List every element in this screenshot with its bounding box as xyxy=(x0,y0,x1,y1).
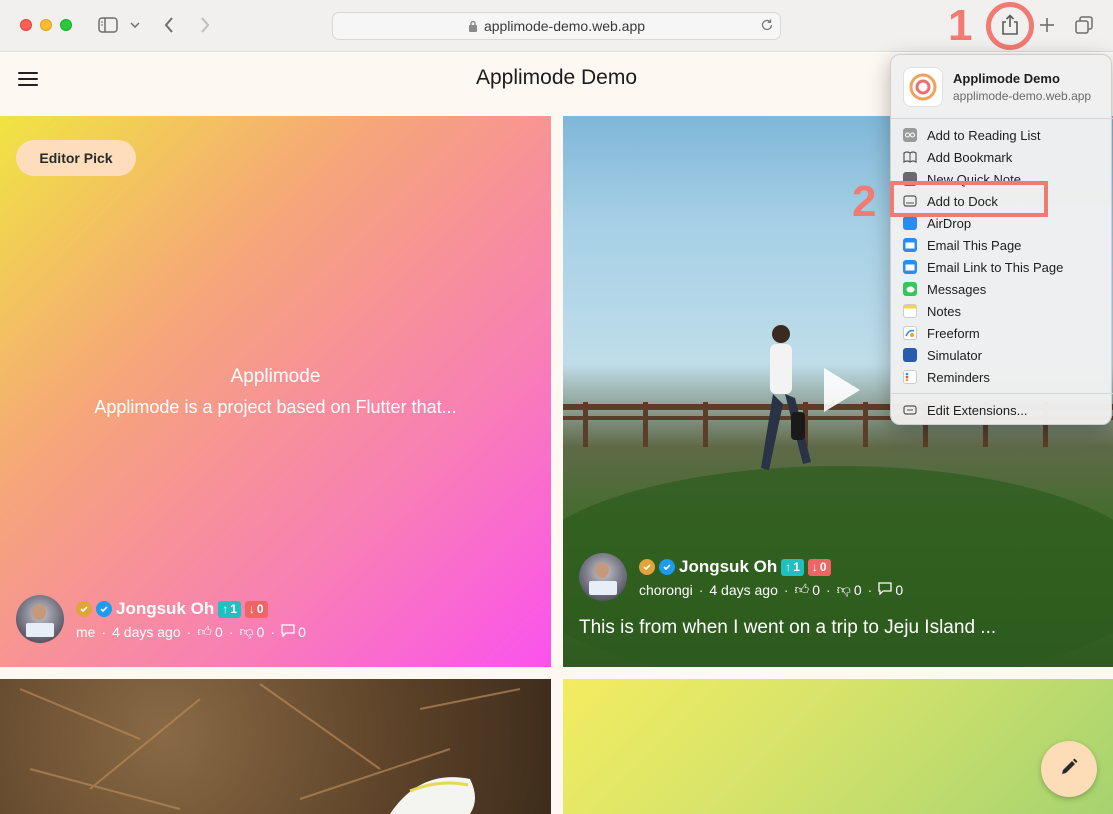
downvote-count: ↓ 0 xyxy=(807,558,831,576)
post-time: 4 days ago xyxy=(112,623,181,640)
bookmark-icon xyxy=(903,150,917,164)
step-1-annotation: 1 xyxy=(948,1,973,50)
share-menu: Applimode Demo applimode-demo.web.app Ad… xyxy=(890,54,1113,425)
sidebar-toggle-icon[interactable] xyxy=(97,14,119,36)
downvote-count: ↓ 0 xyxy=(244,600,268,618)
dislike-stat[interactable]: 👎︎ 0 xyxy=(837,581,862,598)
divider xyxy=(891,393,1113,394)
messages-icon xyxy=(903,282,917,296)
compose-button[interactable] xyxy=(1041,741,1097,797)
new-tab-icon[interactable] xyxy=(1037,14,1057,36)
thumbs-down-icon: 👎︎ xyxy=(239,623,254,639)
post-card[interactable] xyxy=(563,679,1113,814)
thumbs-down-icon: 👎︎ xyxy=(836,581,851,597)
editor-pick-badge[interactable]: Editor Pick xyxy=(16,140,136,176)
post-title: Applimode xyxy=(230,366,321,387)
comment-stat[interactable]: 0 xyxy=(281,624,306,640)
mail-icon xyxy=(903,238,917,252)
username: me xyxy=(76,623,96,640)
menu-item-email-link[interactable]: Email Link to This Page xyxy=(891,256,1113,278)
comment-stat[interactable]: 0 xyxy=(878,582,903,598)
add-to-dock-highlight-box xyxy=(890,181,1048,217)
thumbs-up-icon: 👍︎ xyxy=(197,623,212,639)
airdrop-icon xyxy=(903,216,917,230)
thumbs-up-icon: 👍︎ xyxy=(794,581,810,597)
menu-item-simulator[interactable]: Simulator xyxy=(891,344,1113,366)
shield-badge-icon xyxy=(639,559,655,575)
shield-badge-icon xyxy=(76,601,92,617)
menu-item-add-to-reading-list[interactable]: Add to Reading List xyxy=(891,124,1113,146)
freeform-icon xyxy=(903,326,917,340)
post-caption: This is from when I went on a trip to Je… xyxy=(579,617,997,638)
share-icon[interactable] xyxy=(999,12,1021,38)
extensions-icon xyxy=(903,403,917,417)
menu-item-freeform[interactable]: Freeform xyxy=(891,322,1113,344)
post-card-image[interactable] xyxy=(0,679,551,814)
pencil-icon xyxy=(1059,757,1079,782)
address-bar[interactable]: applimode-demo.web.app xyxy=(332,12,781,40)
play-icon[interactable] xyxy=(822,366,862,419)
comment-icon xyxy=(878,581,892,598)
like-stat[interactable]: 👍︎ 0 xyxy=(795,581,820,598)
upvote-count: ↑ 1 xyxy=(218,600,241,618)
simulator-icon xyxy=(903,348,917,362)
post-card[interactable] xyxy=(0,116,551,667)
username: chorongi xyxy=(639,581,693,598)
avatar[interactable] xyxy=(579,553,627,601)
chevron-down-icon[interactable] xyxy=(128,14,142,36)
reminders-icon xyxy=(903,370,917,384)
back-icon[interactable] xyxy=(160,14,178,36)
menu-item-add-bookmark[interactable]: Add Bookmark xyxy=(891,146,1113,168)
post-meta: me · 4 days ago · 👍︎ 0 · 👎︎ 0 · 0 xyxy=(76,623,306,640)
app-logo-icon xyxy=(903,67,943,107)
divider xyxy=(891,118,1113,119)
step-2-annotation: 2 xyxy=(852,177,877,226)
post-meta: chorongi · 4 days ago · 👍︎ 0 · 👎︎ 0 · 0 xyxy=(639,581,904,598)
post-description: Applimode is a project based on Flutter … xyxy=(94,397,457,417)
upvote-count: ↑ 1 xyxy=(781,558,804,576)
lock-icon xyxy=(468,20,478,32)
notes-icon xyxy=(903,304,917,318)
avatar[interactable] xyxy=(16,595,64,643)
menu-item-reminders[interactable]: Reminders xyxy=(891,366,1113,388)
author-name[interactable]: Jongsuk Oh xyxy=(679,557,777,577)
menu-item-messages[interactable]: Messages xyxy=(891,278,1113,300)
like-stat[interactable]: 👍︎ 0 xyxy=(197,623,222,640)
mail-icon xyxy=(903,260,917,274)
dislike-stat[interactable]: 👎︎ 0 xyxy=(239,623,264,640)
verified-badge-icon xyxy=(96,601,112,617)
share-menu-header: Applimode Demo applimode-demo.web.app xyxy=(901,65,1103,109)
post-time: 4 days ago xyxy=(709,581,778,598)
author-row: Jongsuk Oh ↑ 1 ↓ 0 xyxy=(76,599,268,619)
browser-toolbar: applimode-demo.web.app 1 xyxy=(0,0,1113,52)
comment-icon xyxy=(281,623,295,640)
url-text: applimode-demo.web.app xyxy=(483,18,646,34)
tab-overview-icon[interactable] xyxy=(1074,14,1094,36)
verified-badge-icon xyxy=(659,559,675,575)
reading-list-icon xyxy=(903,128,917,142)
reload-icon[interactable] xyxy=(760,18,774,35)
minimize-window-button[interactable] xyxy=(40,19,52,31)
author-row: Jongsuk Oh ↑ 1 ↓ 0 xyxy=(639,557,831,577)
zoom-window-button[interactable] xyxy=(60,19,72,31)
menu-item-email-this-page[interactable]: Email This Page xyxy=(891,234,1113,256)
forward-icon[interactable] xyxy=(196,14,214,36)
share-app-url: applimode-demo.web.app xyxy=(953,89,1092,103)
menu-item-edit-extensions[interactable]: Edit Extensions... xyxy=(891,399,1113,421)
author-name[interactable]: Jongsuk Oh xyxy=(116,599,214,619)
menu-item-notes[interactable]: Notes xyxy=(891,300,1113,322)
share-app-name: Applimode Demo xyxy=(953,71,1060,86)
close-window-button[interactable] xyxy=(20,19,32,31)
safari-window: applimode-demo.web.app 1 Applimode Demo … xyxy=(0,0,1113,814)
